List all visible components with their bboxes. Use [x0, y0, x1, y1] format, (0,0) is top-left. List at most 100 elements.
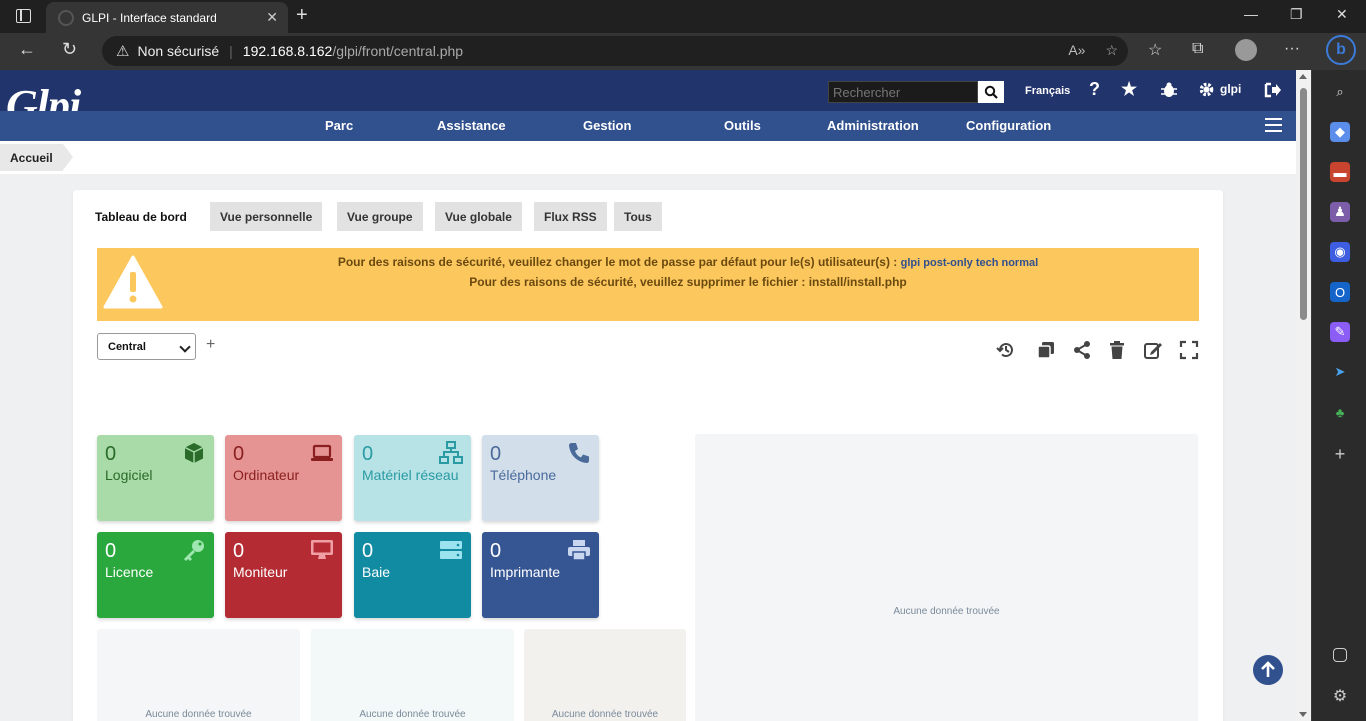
- empty-message: Aucune donnée trouvée: [359, 709, 466, 720]
- tile-ordinateur[interactable]: 0 Ordinateur: [225, 435, 342, 521]
- security-label[interactable]: Non sécurisé: [137, 43, 219, 59]
- menu-item-outils[interactable]: Outils: [724, 118, 761, 133]
- tile-baie[interactable]: 0 Baie: [354, 532, 471, 618]
- copilot-icon[interactable]: ◉: [1330, 242, 1350, 262]
- new-tab-icon[interactable]: +: [296, 4, 308, 27]
- tile-label: Téléphone: [490, 467, 557, 483]
- username-link[interactable]: glpi: [1220, 82, 1241, 96]
- read-aloud-icon[interactable]: A»: [1068, 42, 1085, 59]
- outlook-icon[interactable]: O: [1330, 282, 1350, 302]
- tab-tous[interactable]: Tous: [614, 202, 662, 231]
- games-icon[interactable]: ♟: [1330, 202, 1350, 222]
- designer-icon[interactable]: ✎: [1330, 322, 1350, 342]
- warning-icon[interactable]: ⚠: [116, 42, 129, 60]
- gear-icon[interactable]: [1198, 81, 1215, 98]
- sidebar-settings-icon[interactable]: ⚙: [1330, 686, 1350, 706]
- main-menu: [0, 111, 1296, 141]
- menu-item-parc[interactable]: Parc: [325, 118, 353, 133]
- clone-icon[interactable]: [1036, 340, 1056, 360]
- add-favorite-icon[interactable]: ☆: [1105, 42, 1118, 59]
- alert-line-password: Pour des raisons de sécurité, veuillez c…: [177, 255, 1199, 269]
- refresh-icon[interactable]: ↻: [62, 39, 77, 60]
- breadcrumb-home[interactable]: Accueil: [0, 144, 73, 171]
- tile-licence[interactable]: 0 Licence: [97, 532, 214, 618]
- tab-actions-icon[interactable]: [16, 9, 31, 23]
- sidebar-search-icon[interactable]: ⌕: [1330, 82, 1350, 102]
- browser-tab[interactable]: GLPI - Interface standard ✕: [46, 2, 288, 33]
- scroll-down-arrow[interactable]: [1299, 712, 1307, 717]
- restore-icon[interactable]: ❐: [1290, 6, 1303, 23]
- alert-users-link[interactable]: glpi post-only tech normal: [901, 257, 1039, 269]
- global-search-input[interactable]: [828, 81, 978, 103]
- add-dashboard-icon[interactable]: +: [206, 336, 215, 354]
- page-scrollbar[interactable]: [1296, 70, 1311, 721]
- tile-telephone[interactable]: 0 Téléphone: [482, 435, 599, 521]
- address-bar[interactable]: ⚠ Non sécurisé | 192.168.8.162/glpi/fron…: [102, 36, 1128, 66]
- language-selector[interactable]: Français: [1025, 85, 1070, 97]
- empty-message: Aucune donnée trouvée: [551, 709, 659, 720]
- tile-label: Imprimante: [490, 564, 561, 580]
- minimize-icon[interactable]: —: [1244, 6, 1258, 22]
- loading-favicon-icon: [58, 10, 74, 26]
- logout-icon[interactable]: [1264, 82, 1282, 98]
- share-icon[interactable]: [1072, 340, 1092, 360]
- menu-item-assistance[interactable]: Assistance: [437, 118, 506, 133]
- trash-icon[interactable]: [1107, 340, 1127, 360]
- empty-message: Aucune donnée trouvée: [145, 709, 252, 720]
- browser-tab-bar: GLPI - Interface standard ✕ + — ❐ ✕: [0, 0, 1366, 33]
- tab-tableau-de-bord[interactable]: Tableau de bord: [85, 202, 197, 231]
- menu-item-configuration[interactable]: Configuration: [966, 118, 1051, 133]
- tile-label: Licence: [105, 564, 154, 580]
- glpi-header: Glpi Français ? ★ glpi: [0, 70, 1296, 139]
- tab-vue-globale[interactable]: Vue globale: [435, 202, 522, 231]
- scroll-up-arrow[interactable]: [1299, 74, 1307, 79]
- shopping-icon[interactable]: ◆: [1330, 122, 1350, 142]
- profile-avatar[interactable]: [1235, 39, 1257, 61]
- url-host: 192.168.8.162: [242, 43, 333, 59]
- server-icon: [440, 541, 462, 559]
- empty-chart-panel-large: Aucune donnée trouvée: [695, 434, 1198, 721]
- menu-item-gestion[interactable]: Gestion: [583, 118, 631, 133]
- collections-icon[interactable]: ⧉: [1192, 40, 1203, 58]
- back-icon[interactable]: ←: [18, 39, 36, 60]
- breadcrumb-bar: [0, 141, 1296, 174]
- tile-label: Moniteur: [233, 564, 288, 580]
- fullscreen-icon[interactable]: [1179, 340, 1199, 360]
- more-options-icon[interactable]: ···: [1284, 40, 1300, 58]
- tile-materiel-reseau[interactable]: 0 Matériel réseau: [354, 435, 471, 521]
- tab-title: GLPI - Interface standard: [82, 10, 217, 25]
- edit-icon[interactable]: [1143, 340, 1163, 360]
- scroll-thumb[interactable]: [1300, 88, 1307, 320]
- tab-flux-rss[interactable]: Flux RSS: [534, 202, 607, 231]
- history-icon[interactable]: [996, 340, 1016, 360]
- hamburger-menu-icon[interactable]: [1265, 118, 1282, 132]
- favorites-icon[interactable]: ☆: [1148, 40, 1162, 60]
- tile-moniteur[interactable]: 0 Moniteur: [225, 532, 342, 618]
- address-toolbar: ← ↻ ⚠ Non sécurisé | 192.168.8.162/glpi/…: [0, 33, 1366, 70]
- tile-value: 0: [490, 540, 502, 562]
- star-icon[interactable]: ★: [1121, 79, 1137, 100]
- tab-vue-personnelle[interactable]: Vue personnelle: [210, 202, 323, 231]
- bing-chat-icon[interactable]: b: [1326, 35, 1356, 65]
- tools-icon[interactable]: ▬: [1330, 162, 1350, 182]
- empty-message: Aucune donnée trouvée: [893, 606, 1000, 617]
- close-tab-icon[interactable]: ✕: [266, 9, 278, 26]
- search-icon: [984, 85, 998, 99]
- close-window-icon[interactable]: ✕: [1336, 6, 1348, 23]
- send-icon[interactable]: ➤: [1330, 362, 1350, 382]
- dashboard-select[interactable]: Central: [97, 333, 196, 360]
- tile-logiciel[interactable]: 0 Logiciel: [97, 435, 214, 521]
- scroll-to-top-button[interactable]: [1253, 655, 1283, 685]
- bug-icon[interactable]: [1160, 81, 1178, 99]
- search-button[interactable]: [978, 81, 1004, 103]
- tile-label: Baie: [362, 564, 391, 580]
- add-sidebar-app-icon[interactable]: +: [1330, 444, 1350, 464]
- edge-sidebar: ⌕ ◆ ▬ ♟ ◉ O ✎ ➤ ♣ + ⚙: [1311, 70, 1366, 721]
- tree-icon[interactable]: ♣: [1330, 402, 1350, 422]
- help-icon[interactable]: ?: [1089, 79, 1100, 100]
- tab-vue-groupe[interactable]: Vue groupe: [337, 202, 423, 231]
- alert-password-text: Pour des raisons de sécurité, veuillez c…: [337, 255, 898, 269]
- hide-sidebar-icon[interactable]: [1333, 648, 1347, 662]
- tile-imprimante[interactable]: 0 Imprimante: [482, 532, 599, 618]
- menu-item-administration[interactable]: Administration: [827, 118, 919, 133]
